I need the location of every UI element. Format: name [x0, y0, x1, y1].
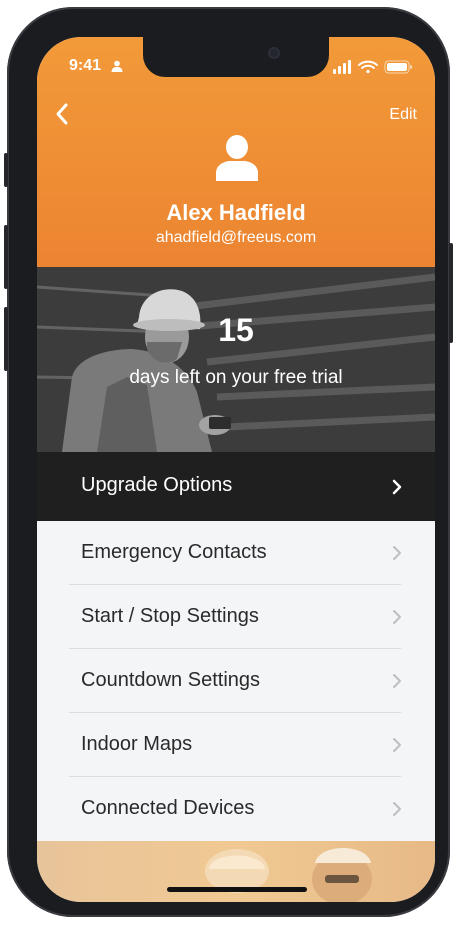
power-button [449, 243, 453, 343]
camera [268, 47, 280, 59]
chevron-right-icon [393, 674, 401, 688]
edit-button[interactable]: Edit [389, 106, 417, 124]
user-email: ahadfield@freeus.com [155, 229, 317, 246]
upgrade-options-row[interactable]: Upgrade Options [37, 452, 435, 521]
trial-days-count: 15 [218, 312, 254, 348]
menu-item-indoor-maps[interactable]: Indoor Maps [37, 713, 435, 777]
upgrade-options-label: Upgrade Options [81, 474, 233, 496]
trial-banner-photo [37, 267, 435, 452]
menu-item-label: Connected Devices [81, 797, 255, 819]
chevron-right-icon [393, 802, 401, 816]
notch [143, 37, 329, 77]
home-indicator[interactable] [167, 887, 307, 892]
phone-frame: 9:41 Edit Alex Hadfield ahadfield@freeus… [4, 7, 453, 917]
chevron-right-icon [393, 738, 401, 752]
menu-item-label: Emergency Contacts [81, 541, 267, 563]
menu-item-emergency-contacts[interactable]: Emergency Contacts [37, 521, 435, 585]
workers-photo [205, 848, 372, 902]
volume-down-button [4, 307, 8, 371]
menu-item-connected-devices[interactable]: Connected Devices [37, 777, 435, 841]
menu-item-label: Countdown Settings [81, 669, 261, 691]
worker-photo [37, 267, 435, 452]
status-time: 9:41 [69, 57, 102, 74]
person-icon [216, 135, 258, 181]
trial-days-message: days left on your free trial [129, 367, 343, 388]
settings-menu: Emergency Contacts Start / Stop Settings… [37, 521, 435, 841]
menu-item-label: Indoor Maps [81, 733, 193, 755]
menu-item-countdown-settings[interactable]: Countdown Settings [37, 649, 435, 713]
signal-icon [333, 60, 351, 74]
chevron-right-icon [392, 479, 402, 495]
battery-icon [384, 60, 412, 74]
volume-up-button [4, 225, 8, 289]
status-icons [333, 60, 412, 74]
chevron-right-icon [393, 546, 401, 560]
profile-header: 9:41 Edit Alex Hadfield ahadfield@freeus… [37, 37, 435, 267]
person-status-icon [111, 60, 123, 72]
side-button [4, 153, 8, 187]
menu-item-start-stop-settings[interactable]: Start / Stop Settings [37, 585, 435, 649]
screen: 9:41 Edit Alex Hadfield ahadfield@freeus… [37, 37, 435, 902]
footer-workers-photo [37, 841, 435, 902]
wifi-icon [358, 60, 378, 74]
chevron-right-icon [393, 610, 401, 624]
user-name: Alex Hadfield [166, 200, 306, 225]
menu-item-label: Start / Stop Settings [81, 605, 259, 627]
back-chevron-icon[interactable] [51, 100, 73, 128]
